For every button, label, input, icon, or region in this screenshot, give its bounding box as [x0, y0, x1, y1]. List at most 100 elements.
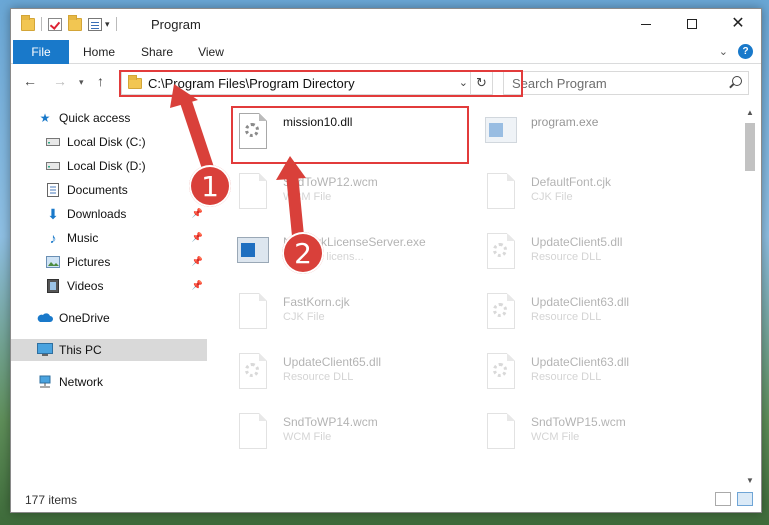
sidebar-item-music[interactable]: ♪ Music 📌 — [11, 227, 207, 249]
large-icons-view-icon[interactable] — [737, 492, 753, 506]
file-list: mission10.dll program.exe SndToWP12.wcm … — [211, 105, 747, 487]
toolbar-divider — [115, 17, 117, 31]
pin-icon[interactable]: 📌 — [192, 256, 203, 267]
pin-icon[interactable]: 📌 — [192, 208, 203, 219]
exe-icon — [235, 231, 271, 275]
back-arrow-icon[interactable]: ← — [23, 73, 37, 89]
file-name: program.exe — [531, 115, 599, 129]
sidebar-item-label: Documents — [67, 183, 128, 197]
drive-icon — [45, 135, 61, 149]
file-item[interactable]: NetworkLicenseServer.exe Network licens.… — [235, 231, 475, 283]
file-icon — [235, 411, 271, 455]
cloud-icon — [37, 311, 53, 325]
file-name: UpdateClient63.dll — [531, 355, 630, 369]
folder-icon — [128, 75, 142, 89]
videos-icon — [45, 279, 61, 293]
sidebar-item-label: Local Disk (D:) — [67, 159, 146, 173]
sidebar-item-downloads[interactable]: ⬇ Downloads 📌 — [11, 203, 207, 225]
maximize-button[interactable] — [669, 9, 715, 39]
address-history-chevron-icon[interactable]: ⌄ — [459, 76, 468, 89]
file-item-mission10-dll[interactable]: mission10.dll — [235, 111, 475, 163]
file-icon — [483, 171, 519, 215]
refresh-icon[interactable]: ↻ — [470, 72, 492, 94]
pictures-icon — [45, 255, 61, 269]
file-type: WCM File — [283, 191, 332, 203]
dll-gear-icon — [483, 231, 519, 275]
recent-locations-chevron-icon[interactable]: ▾ — [79, 77, 84, 88]
documents-icon — [45, 183, 61, 197]
file-item[interactable]: DefaultFont.cjk CJK File — [483, 171, 723, 223]
tab-view[interactable]: View — [191, 40, 231, 64]
sidebar-item-onedrive[interactable]: OneDrive — [11, 307, 207, 329]
file-name: DefaultFont.cjk — [531, 175, 612, 189]
search-icon[interactable] — [732, 76, 742, 86]
properties-check-icon[interactable] — [48, 17, 62, 31]
window-title: Program — [151, 17, 201, 32]
file-item[interactable]: UpdateClient5.dll Resource DLL — [483, 231, 723, 283]
file-item[interactable]: UpdateClient63.dll Resource DLL — [483, 291, 723, 343]
file-type: WCM File — [283, 431, 332, 443]
sidebar-item-label: Quick access — [59, 111, 131, 125]
up-arrow-icon[interactable]: ↑ — [97, 73, 104, 89]
file-item[interactable]: UpdateClient63.dll Resource DLL — [483, 351, 723, 403]
address-path[interactable]: C:\Program Files\Program Directory — [148, 76, 355, 91]
sidebar-item-label: OneDrive — [59, 311, 110, 325]
sidebar-item-local-disk-d[interactable]: Local Disk (D:) — [11, 155, 207, 177]
scroll-thumb[interactable] — [745, 123, 755, 171]
tab-home[interactable]: Home — [77, 40, 121, 64]
file-item[interactable]: SndToWP15.wcm WCM File — [483, 411, 723, 463]
file-type: Resource DLL — [283, 371, 354, 383]
status-bar: 177 items — [11, 488, 761, 512]
tab-file[interactable]: File — [13, 40, 69, 64]
search-input[interactable] — [504, 72, 724, 94]
sidebar-item-label: This PC — [59, 343, 102, 357]
file-icon — [235, 291, 271, 335]
file-type: Resource DLL — [531, 311, 602, 323]
close-button[interactable]: ✕ — [715, 9, 761, 39]
help-icon[interactable]: ? — [738, 44, 753, 59]
folder-icon — [21, 14, 35, 31]
file-item[interactable]: UpdateClient65.dll Resource DLL — [235, 351, 475, 403]
file-item[interactable]: SndToWP12.wcm WCM File — [235, 171, 475, 223]
file-name: UpdateClient5.dll — [531, 235, 623, 249]
sidebar-item-label: Network — [59, 375, 104, 389]
forward-arrow-icon[interactable]: → — [53, 73, 67, 89]
file-name: FastKorn.cjk — [283, 295, 350, 309]
search-box[interactable] — [503, 71, 749, 95]
sidebar-item-network[interactable]: Network — [11, 371, 207, 393]
sidebar-item-quick-access[interactable]: ★ Quick access — [11, 107, 207, 129]
customize-toolbar-chevron-icon[interactable]: ▾ — [105, 19, 110, 30]
exe-icon — [483, 111, 519, 155]
quick-access-toolbar: ▾ — [21, 14, 117, 31]
address-bar[interactable]: C:\Program Files\Program Directory ⌄ ↻ — [121, 71, 493, 95]
file-icon — [483, 411, 519, 455]
sidebar-item-label: Downloads — [67, 207, 127, 221]
scroll-up-icon[interactable]: ▲ — [743, 105, 757, 119]
sidebar-item-pictures[interactable]: Pictures 📌 — [11, 251, 207, 273]
file-item-program-exe[interactable]: program.exe — [483, 111, 723, 163]
file-item[interactable]: SndToWP14.wcm WCM File — [235, 411, 475, 463]
sidebar-item-local-disk-c[interactable]: Local Disk (C:) — [11, 131, 207, 153]
file-type: Resource DLL — [531, 371, 602, 383]
file-item[interactable]: FastKorn.cjk CJK File — [235, 291, 475, 343]
properties-icon[interactable] — [88, 17, 102, 31]
explorer-window: ▾ Program ✕ File Home Share View ⌄ ? ← →… — [10, 8, 762, 513]
vertical-scrollbar[interactable]: ▲ ▼ — [743, 105, 757, 487]
item-count: 177 items — [25, 493, 78, 507]
scroll-down-icon[interactable]: ▼ — [743, 473, 757, 487]
pin-icon[interactable]: 📌 — [192, 232, 203, 243]
sidebar-item-videos[interactable]: Videos 📌 — [11, 275, 207, 297]
new-folder-icon[interactable] — [68, 14, 82, 31]
minimize-button[interactable] — [623, 9, 669, 39]
ribbon-tabs: File Home Share View ⌄ ? — [11, 40, 761, 64]
sidebar-item-this-pc[interactable]: This PC — [11, 339, 207, 361]
expand-ribbon-chevron-icon[interactable]: ⌄ — [719, 45, 728, 58]
network-icon — [37, 375, 53, 389]
minimize-icon — [641, 23, 651, 25]
maximize-icon — [687, 19, 697, 29]
details-view-icon[interactable] — [715, 492, 731, 506]
tab-share[interactable]: Share — [135, 40, 179, 64]
sidebar-item-documents[interactable]: Documents 📌 — [11, 179, 207, 201]
file-type: CJK File — [283, 311, 325, 323]
pin-icon[interactable]: 📌 — [192, 280, 203, 291]
